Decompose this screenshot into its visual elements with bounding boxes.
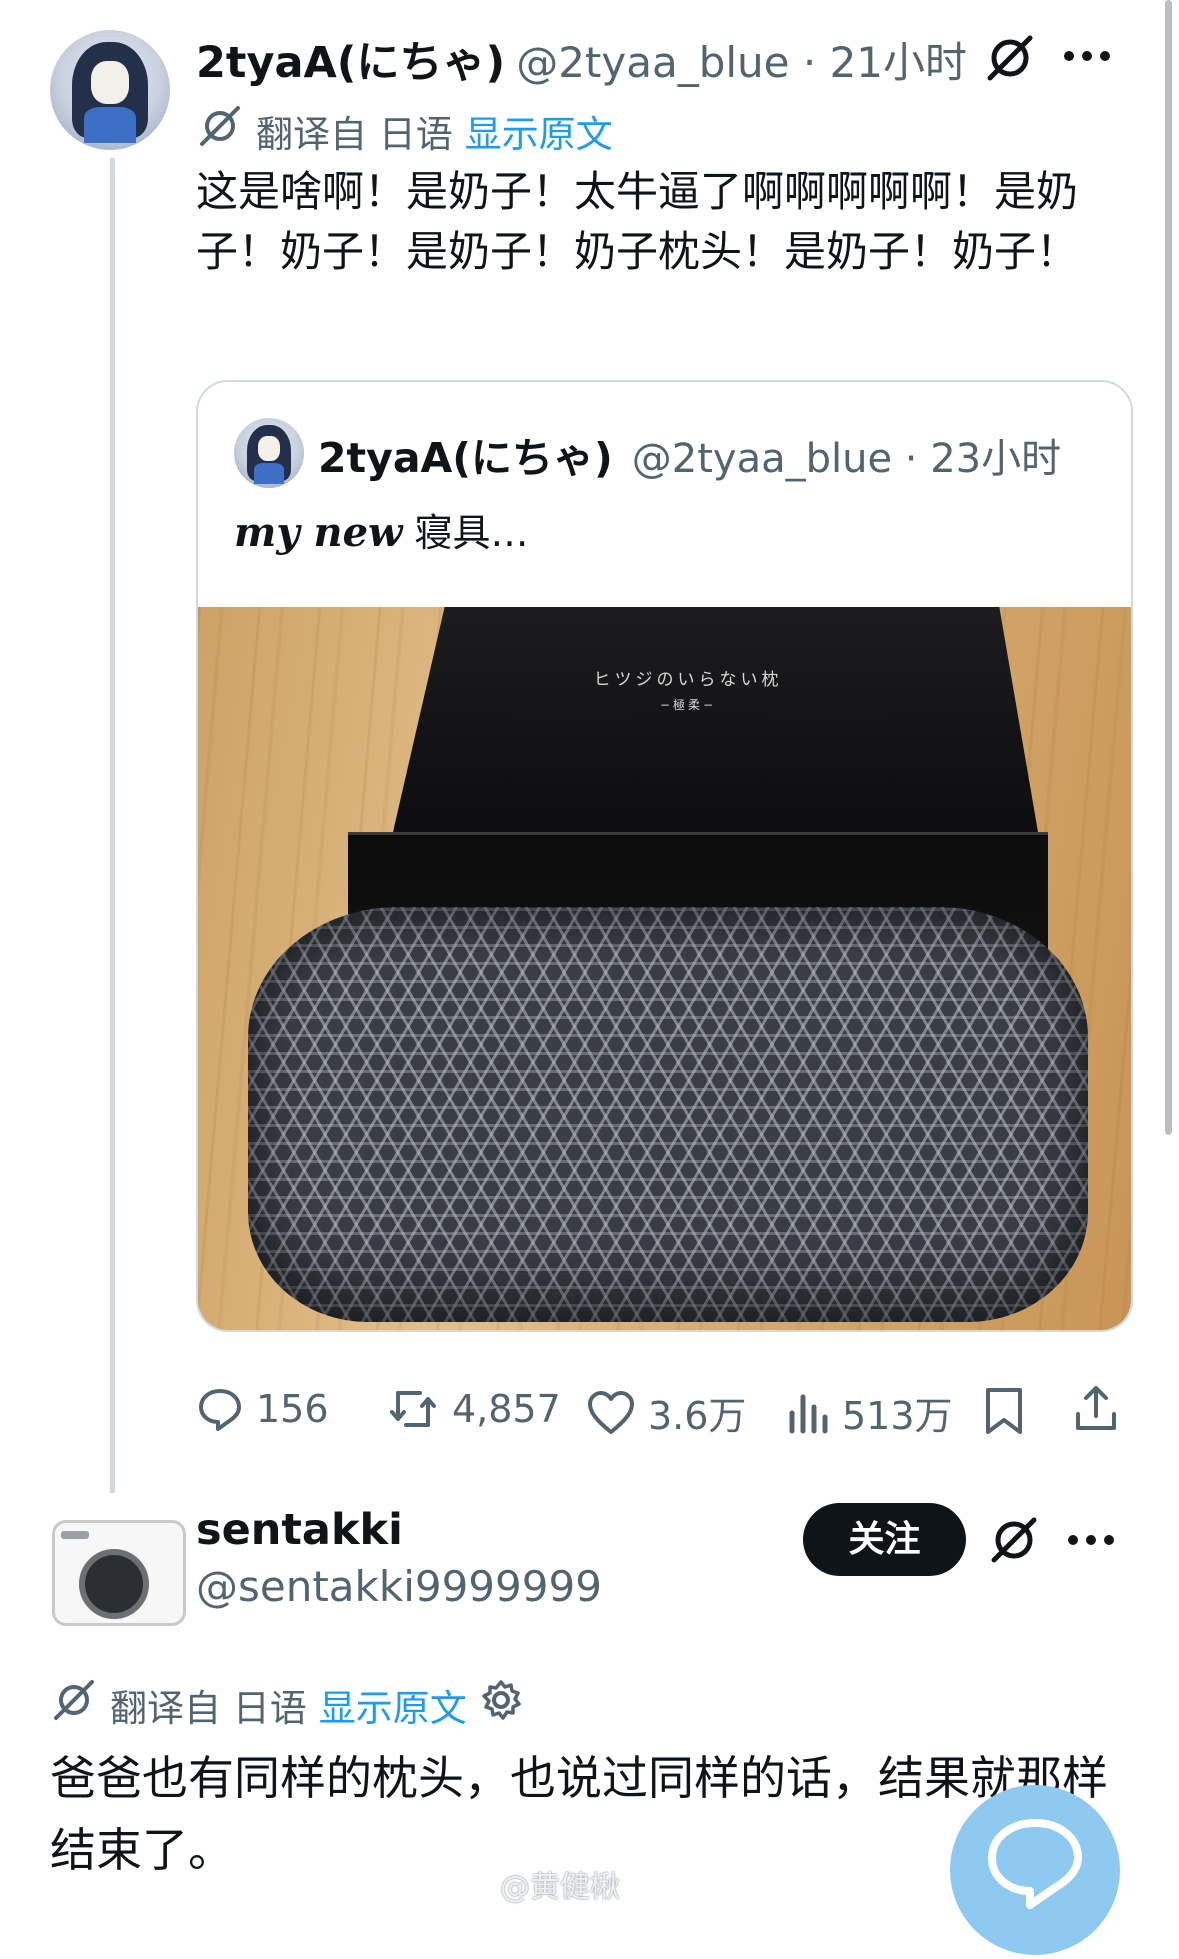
reply-count: 156 bbox=[256, 1387, 329, 1431]
quoted-text-fancy: my new bbox=[234, 509, 403, 556]
reply-show-original-link[interactable]: 显示原文 bbox=[319, 1678, 467, 1732]
quoted-header: 2tyaA(にちゃ) @2tyaa_blue · 23小时 bbox=[318, 424, 1061, 484]
views-icon bbox=[786, 1391, 830, 1435]
views-count: 513万 bbox=[842, 1394, 953, 1438]
quoted-tweet-card[interactable]: 2tyaA(にちゃ) @2tyaa_blue · 23小时 my new 寝具…… bbox=[196, 380, 1133, 1332]
washing-machine-avatar bbox=[52, 1520, 186, 1626]
user-handle[interactable]: @2tyaa_blue bbox=[516, 38, 789, 87]
tweet-time[interactable]: · 21小时 bbox=[790, 38, 967, 87]
bookmark-icon[interactable] bbox=[982, 1386, 1026, 1436]
grok-icon[interactable] bbox=[982, 30, 1038, 86]
like-count: 3.6万 bbox=[648, 1394, 747, 1438]
reply-user-handle[interactable]: @sentakki9999999 bbox=[196, 1562, 602, 1611]
gear-icon[interactable] bbox=[479, 1678, 523, 1731]
retweet-count: 4,857 bbox=[452, 1387, 561, 1431]
tweet-text: 这是啥啊！是奶子！太牛逼了啊啊啊啊啊！是奶子！奶子！是奶子！奶子枕头！是奶子！奶… bbox=[196, 167, 1079, 276]
watermark: @黄健楸 bbox=[500, 1870, 620, 1905]
box-lid bbox=[393, 607, 1038, 832]
share-icon[interactable] bbox=[1072, 1384, 1120, 1434]
reply-avatar[interactable] bbox=[50, 1505, 190, 1630]
quoted-display-name: 2tyaA(にちゃ) bbox=[318, 434, 613, 482]
grok-icon[interactable] bbox=[986, 1512, 1042, 1568]
pillow bbox=[248, 907, 1088, 1322]
reply-translated-from-label: 翻译自 日语 bbox=[110, 1686, 307, 1730]
retweet-icon bbox=[386, 1385, 440, 1433]
quoted-text: my new 寝具… bbox=[234, 502, 529, 557]
translation-notice: 翻译自 日语 显示原文 bbox=[196, 102, 613, 159]
translate-icon bbox=[196, 102, 244, 159]
display-name[interactable]: 2tyaA(にちゃ) bbox=[196, 38, 505, 88]
more-icon[interactable] bbox=[1066, 1532, 1116, 1546]
reply-display-name[interactable]: sentakki bbox=[196, 1505, 403, 1555]
retweet-button[interactable]: 4,857 bbox=[386, 1385, 561, 1433]
quoted-text-rest: 寝具… bbox=[402, 511, 529, 555]
follow-button[interactable]: 关注 bbox=[803, 1503, 966, 1576]
scrollbar[interactable] bbox=[1165, 0, 1172, 1135]
tweet-photo[interactable]: ヒツジのいらない枕 −極柔− bbox=[198, 607, 1131, 1330]
box-logo-text: ヒツジのいらない枕 −極柔− bbox=[593, 670, 783, 712]
tweet-header: 2tyaA(にちゃ) @2tyaa_blue · 21小时 bbox=[196, 28, 967, 90]
views-button[interactable]: 513万 bbox=[786, 1385, 953, 1440]
like-button[interactable]: 3.6万 bbox=[586, 1385, 746, 1440]
quoted-time: · 23小时 bbox=[892, 436, 1062, 482]
compose-fab[interactable] bbox=[950, 1785, 1120, 1955]
reply-button[interactable]: 156 bbox=[196, 1385, 329, 1433]
show-original-link[interactable]: 显示原文 bbox=[465, 104, 613, 158]
translate-icon bbox=[50, 1676, 98, 1733]
reply-translation-notice: 翻译自 日语 显示原文 bbox=[50, 1676, 523, 1733]
thread-connector-line bbox=[110, 158, 115, 1493]
chat-bubble-icon bbox=[988, 1819, 1082, 1909]
quoted-handle: @2tyaa_blue bbox=[631, 436, 893, 482]
quoted-avatar bbox=[234, 418, 304, 488]
reply-icon bbox=[196, 1385, 244, 1433]
avatar[interactable] bbox=[50, 30, 170, 150]
translated-from-label: 翻译自 日语 bbox=[256, 112, 453, 156]
more-icon[interactable] bbox=[1062, 48, 1112, 62]
heart-icon bbox=[586, 1390, 636, 1436]
